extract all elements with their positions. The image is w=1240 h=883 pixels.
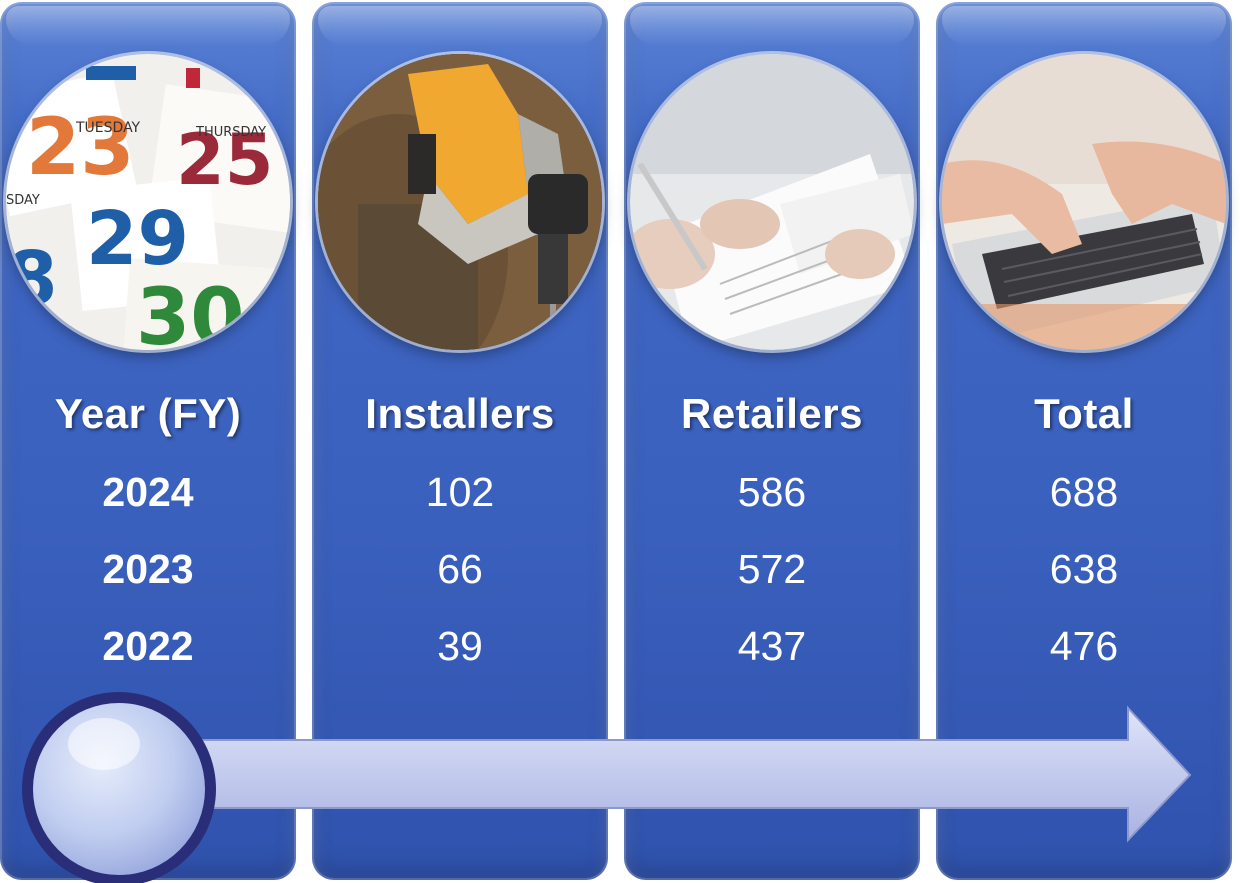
- svg-text:SDAY: SDAY: [6, 193, 40, 208]
- svg-text:TUESDAY: TUESDAY: [75, 120, 141, 136]
- retailers-value-1: 586: [737, 469, 807, 515]
- column-installers: Installers 102 66 39: [312, 2, 608, 880]
- total-value-3: 476: [1049, 623, 1119, 669]
- documents-signing-icon: [630, 54, 914, 350]
- retailers-value-3: 437: [737, 623, 807, 669]
- installer-photo: [318, 54, 602, 350]
- year-value-2: 2023: [102, 546, 194, 592]
- column-retailers: Retailers 586 572 437: [624, 2, 920, 880]
- column-year: 23 25 29 30 8 TUESDAY THURSDAY SDAY Year…: [0, 2, 296, 880]
- header-year: Year (FY): [54, 390, 242, 437]
- svg-text:THURSDAY: THURSDAY: [195, 125, 266, 140]
- svg-text:30: 30: [136, 273, 245, 350]
- header-installers: Installers: [365, 390, 555, 437]
- installers-value-3: 39: [437, 623, 483, 669]
- total-value-2: 638: [1049, 546, 1119, 592]
- retailer-photo: [630, 54, 914, 350]
- worker-drill-icon: [318, 54, 602, 350]
- svg-text:23: 23: [26, 103, 135, 193]
- column-total: Total 688 638 476: [936, 2, 1232, 880]
- laptop-typing-icon: [942, 54, 1226, 350]
- year-value-3: 2022: [102, 623, 194, 669]
- installers-value-1: 102: [425, 469, 495, 515]
- svg-text:8: 8: [6, 236, 58, 322]
- header-retailers: Retailers: [681, 390, 863, 437]
- calendar-icon: 23 25 29 30 8 TUESDAY THURSDAY SDAY: [6, 54, 290, 350]
- header-total: Total: [1034, 390, 1134, 437]
- timeline-infographic: 23 25 29 30 8 TUESDAY THURSDAY SDAY Year…: [0, 0, 1240, 883]
- svg-text:29: 29: [86, 196, 189, 282]
- retailers-value-2: 572: [737, 546, 807, 592]
- calendar-photo: 23 25 29 30 8 TUESDAY THURSDAY SDAY: [6, 54, 290, 350]
- total-value-1: 688: [1049, 469, 1119, 515]
- installers-value-2: 66: [437, 546, 483, 592]
- year-value-1: 2024: [102, 469, 194, 515]
- total-photo: [942, 54, 1226, 350]
